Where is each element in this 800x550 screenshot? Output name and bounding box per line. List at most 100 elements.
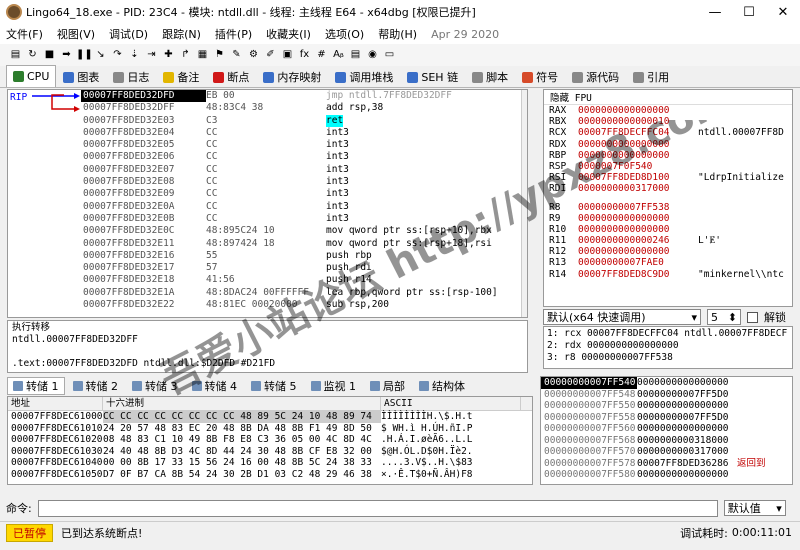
dump-tab-4[interactable]: 转储 5: [245, 377, 303, 395]
disasm-row[interactable]: 00007FF8DED32E08 CC int3: [81, 176, 521, 188]
dump-tab-0[interactable]: 转储 1: [7, 377, 65, 395]
toolbar-button-8-icon[interactable]: ⇥: [144, 48, 159, 62]
toolbar-button-15-icon[interactable]: ✐: [263, 48, 278, 62]
register-row[interactable]: R11 0000000000000246 L'Ɇ': [544, 235, 792, 246]
disasm-row[interactable]: 00007FF8DED32E09 CC int3: [81, 188, 521, 200]
register-row[interactable]: R9 0000000000000000: [544, 213, 792, 224]
toolbar-button-20-icon[interactable]: ▤: [348, 48, 363, 62]
dump-row[interactable]: 00007FF8DEC61040 00 00 8B 17 33 15 56 24 …: [8, 457, 532, 469]
menu-help[interactable]: 帮助(H): [378, 26, 417, 42]
toolbar-button-17-icon[interactable]: fx: [297, 48, 312, 62]
toolbar-button-19-icon[interactable]: Aᵦ: [331, 48, 346, 62]
toolbar-button-16-icon[interactable]: ▣: [280, 48, 295, 62]
tab-11[interactable]: 引用: [626, 67, 676, 87]
stack-row[interactable]: 00000000007FF560 0000000000000000: [541, 423, 792, 435]
tab-0[interactable]: CPU: [6, 65, 57, 87]
toolbar-button-2-icon[interactable]: ■: [42, 48, 57, 62]
tab-1[interactable]: 图表: [56, 67, 106, 87]
disasm-row[interactable]: 00007FF8DED32E0C 48:895C24 10 mov qword pt…: [81, 225, 521, 237]
disasm-row[interactable]: 00007FF8DED32E07 CC int3: [81, 164, 521, 176]
stack-row[interactable]: 00000000007FF558 00000000007FF5D0: [541, 412, 792, 424]
toolbar-button-11-icon[interactable]: ▦: [195, 48, 210, 62]
menu-favourites[interactable]: 收藏夹(I): [266, 26, 311, 42]
disassembly-scrollbar[interactable]: [521, 90, 527, 317]
disasm-row[interactable]: 00007FF8DED32E0B CC int3: [81, 213, 521, 225]
disasm-row[interactable]: 00007FF8DED32E16 55 push rbp: [81, 250, 521, 262]
disassembly-view[interactable]: RIP 00007FF8DED32DFD EB 00 jmp ntdll.7FF8D…: [7, 89, 528, 318]
tab-7[interactable]: SEH 链: [400, 67, 465, 87]
register-row[interactable]: RBX 0000000000000010: [544, 116, 792, 127]
tab-9[interactable]: 符号: [515, 67, 565, 87]
menu-trace[interactable]: 跟踪(N): [162, 26, 201, 42]
toolbar-button-4-icon[interactable]: ❚❚: [76, 48, 93, 62]
stack-row[interactable]: 00000000007FF580 0000000000000000: [541, 469, 792, 481]
dump-tab-2[interactable]: 转储 3: [126, 377, 184, 395]
arguments-panel[interactable]: 1: rcx 00007FF8DECFFC04 ntdll.00007FF8DE…: [543, 326, 793, 369]
stack-row[interactable]: 00000000007FF578 00007FF8DED36286 返回到: [541, 458, 792, 470]
register-row[interactable]: R12 0000000000000000: [544, 246, 792, 257]
close-button[interactable]: ✕: [766, 5, 800, 20]
calling-convention-select[interactable]: 默认(x64 快速调用) ▾: [543, 309, 701, 325]
disasm-row[interactable]: 00007FF8DED32E0A CC int3: [81, 201, 521, 213]
disasm-row[interactable]: 00007FF8DED32E03 C3 ret: [81, 114, 521, 127]
stack-row[interactable]: 00000000007FF550 0000000000000000: [541, 400, 792, 412]
stack-row[interactable]: 00000000007FF570 0000000000317000: [541, 446, 792, 458]
command-input[interactable]: [37, 499, 718, 517]
toolbar-button-14-icon[interactable]: ⚙: [246, 48, 261, 62]
toolbar-button-12-icon[interactable]: ⚑: [212, 48, 227, 62]
toolbar-button-5-icon[interactable]: ↘: [93, 48, 108, 62]
register-row[interactable]: R13 00000000007FAE0: [544, 257, 792, 268]
dump-row[interactable]: 00007FF8DEC61020 08 48 83 C1 10 49 8B F8 …: [8, 434, 532, 446]
tab-4[interactable]: 断点: [206, 67, 256, 87]
stack-row[interactable]: 00000000007FF548 00000000007FF5D0: [541, 389, 792, 401]
register-row[interactable]: RCX 00007FF8DECFFC04 ntdll.00007FF8D: [544, 127, 792, 138]
toolbar-button-7-icon[interactable]: ⇣: [127, 48, 142, 62]
tab-2[interactable]: 日志: [106, 67, 156, 87]
disasm-row[interactable]: 00007FF8DED32E18 41:56 push r14: [81, 274, 521, 286]
register-row[interactable]: RAX 0000000000000000: [544, 105, 792, 116]
register-row[interactable]: R8 00000000007FF538: [544, 202, 792, 213]
stack-row[interactable]: 00000000007FF568 0000000000318000: [541, 435, 792, 447]
unlock-checkbox[interactable]: [747, 311, 758, 323]
menu-plugins[interactable]: 插件(P): [215, 26, 252, 42]
disasm-row[interactable]: 00007FF8DED32E11 48:897424 18 mov qword pt…: [81, 238, 521, 250]
disasm-row[interactable]: 00007FF8DED32E05 CC int3: [81, 139, 521, 151]
dump-row[interactable]: 00007FF8DEC61050 D7 0F B7 CA 8B 54 24 30 …: [8, 469, 532, 481]
dump-row[interactable]: 00007FF8DEC61000 CC CC CC CC CC CC CC CC …: [8, 411, 532, 423]
toolbar-button-3-icon[interactable]: ➡: [59, 48, 74, 62]
dump-tab-1[interactable]: 转储 2: [67, 377, 125, 395]
minimize-button[interactable]: —: [698, 5, 732, 20]
register-row[interactable]: RDI 0000000000317000: [544, 183, 792, 194]
registers-panel[interactable]: 隐藏 FPU RAX 0000000000000000 RBX 00000000000…: [543, 89, 793, 307]
toolbar-button-10-icon[interactable]: ↱: [178, 48, 193, 62]
toolbar-button-13-icon[interactable]: ✎: [229, 48, 244, 62]
menu-debug[interactable]: 调试(D): [109, 26, 148, 42]
tab-8[interactable]: 脚本: [465, 67, 515, 87]
toolbar-button-18-icon[interactable]: #: [314, 48, 329, 62]
hex-dump[interactable]: 地址 十六进制 ASCII 00007FF8DEC61000 CC CC CC C…: [7, 396, 533, 485]
dump-tab-6[interactable]: 局部: [364, 377, 411, 395]
dump-tab-3[interactable]: 转储 4: [186, 377, 244, 395]
toolbar-button-6-icon[interactable]: ↷: [110, 48, 125, 62]
register-row[interactable]: R14 00007FF8DED8C9D0 "minkernel\\ntc: [544, 269, 792, 280]
tab-6[interactable]: 调用堆栈: [328, 67, 400, 87]
register-row[interactable]: RSI 00007FF8DED8D100 "LdrpInitialize: [544, 172, 792, 183]
dump-row[interactable]: 00007FF8DEC61030 24 40 48 8B D3 4C 8D 44 …: [8, 446, 532, 458]
disasm-row[interactable]: 00007FF8DED32E22 48:81EC 00020000 sub rsp,…: [81, 299, 521, 311]
hide-fpu-toggle[interactable]: 隐藏 FPU: [550, 90, 592, 104]
toolbar-button-1-icon[interactable]: ↻: [25, 48, 40, 62]
toolbar-button-0-icon[interactable]: ▤: [8, 48, 23, 62]
disasm-row[interactable]: 00007FF8DED32E1A 48:8DAC24 00FFFFFF lea rb…: [81, 287, 521, 299]
register-row[interactable]: RSP 0000007F0F540: [544, 161, 792, 172]
tab-10[interactable]: 源代码: [565, 67, 626, 87]
register-row[interactable]: RBP 0000000000000000: [544, 150, 792, 161]
toolbar-button-9-icon[interactable]: ✚: [161, 48, 176, 62]
disasm-row[interactable]: 00007FF8DED32E06 CC int3: [81, 151, 521, 163]
menu-options[interactable]: 选项(O): [325, 26, 364, 42]
toolbar-button-21-icon[interactable]: ◉: [365, 48, 380, 62]
register-row[interactable]: R10 0000000000000000: [544, 224, 792, 235]
tab-3[interactable]: 备注: [156, 67, 206, 87]
stack-view[interactable]: 00000000007FF540 0000000000000000 00000000…: [540, 376, 793, 485]
menu-file[interactable]: 文件(F): [6, 26, 43, 42]
stack-row[interactable]: 00000000007FF540 0000000000000000: [541, 377, 792, 389]
